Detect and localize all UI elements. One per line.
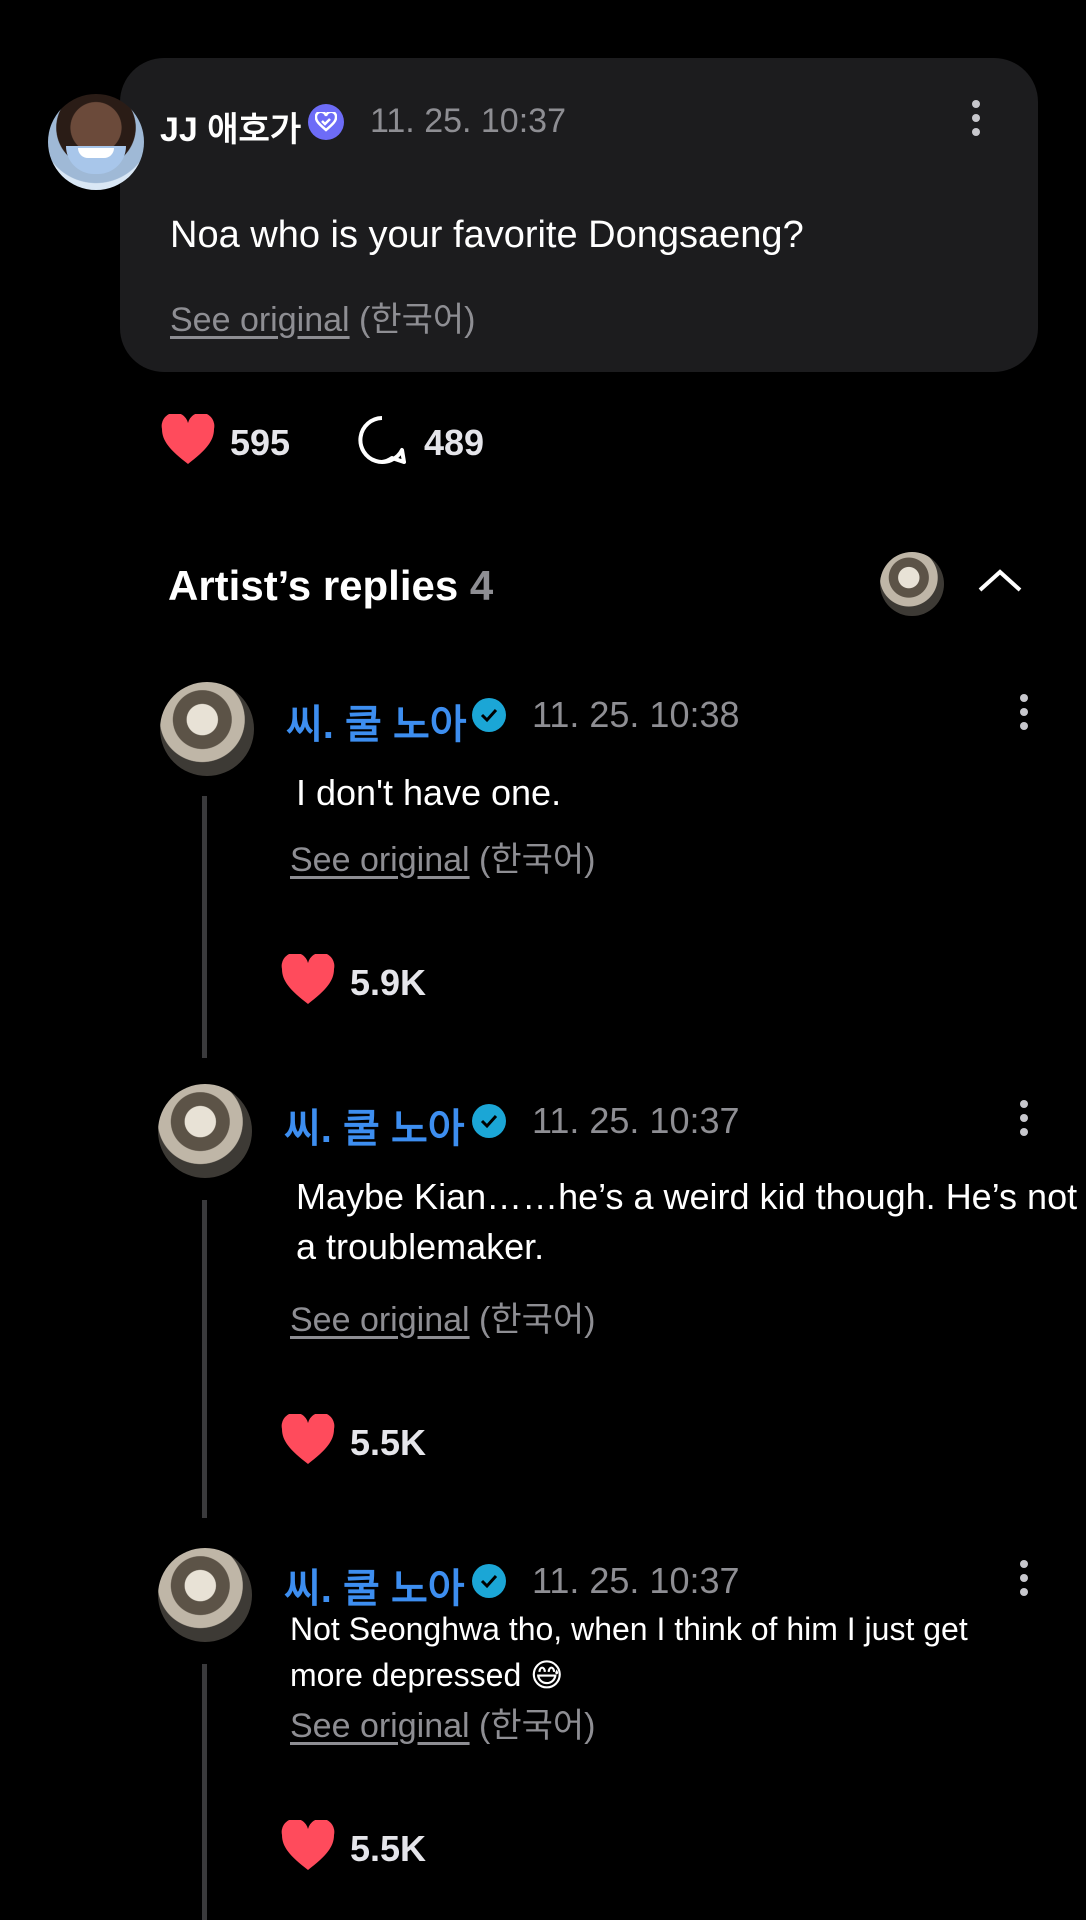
see-original-link[interactable]: See original [290, 841, 470, 879]
post-like-count: 595 [230, 422, 291, 463]
see-original-link[interactable]: See original [290, 1707, 470, 1745]
reply-like-button[interactable] [280, 1818, 336, 1877]
verified-check-icon [472, 1564, 506, 1598]
heart-icon [281, 1412, 335, 1464]
post-like-button[interactable] [160, 412, 216, 471]
reply-text: I don't have one. [296, 772, 562, 813]
reply-like-button[interactable] [280, 952, 336, 1011]
reply-text-line: more depressed 😅 [290, 1657, 564, 1693]
verified-check-icon [472, 698, 506, 732]
heart-icon [281, 952, 335, 1004]
language-label: (한국어) [479, 1301, 596, 1339]
reply-more-icon[interactable] [1020, 694, 1028, 736]
reply-see-original[interactable]: See original (한국어) [290, 1292, 596, 1341]
post-more-icon[interactable] [972, 100, 980, 142]
comment-bubble-icon [358, 416, 406, 464]
reply-like-count: 5.5K [350, 1422, 427, 1463]
language-label: (한국어) [479, 1707, 596, 1745]
reply-timestamp: 11. 25. 10:38 [532, 694, 740, 735]
fan-verified-icon [308, 104, 344, 140]
artist-avatar-small [880, 552, 944, 616]
post-author-avatar[interactable] [48, 94, 144, 190]
see-original-link[interactable]: See original [290, 1301, 470, 1339]
post-comment-button[interactable] [356, 414, 408, 471]
collapse-chevron-up-icon[interactable] [976, 566, 1024, 599]
reply-like-count: 5.5K [350, 1828, 427, 1869]
post-comment-count: 489 [424, 422, 485, 463]
heart-icon [281, 1818, 335, 1870]
reply-more-icon[interactable] [1020, 1100, 1028, 1142]
reply-see-original[interactable]: See original (한국어) [290, 1698, 596, 1747]
see-original-link[interactable]: See original [170, 301, 350, 339]
thread-line [202, 1200, 207, 1518]
reply-author-name[interactable]: 씨. 쿨 노아 [284, 1096, 465, 1154]
reply-text-line: Not Seonghwa tho, when I think of him I … [290, 1611, 968, 1647]
language-label: (한국어) [479, 841, 596, 879]
reply-text-line: a troublemaker. [296, 1226, 545, 1267]
reply-author-name[interactable]: 씨. 쿨 노아 [286, 692, 467, 750]
reply-like-count: 5.9K [350, 962, 427, 1003]
reply-more-icon[interactable] [1020, 1560, 1028, 1602]
reply-like-button[interactable] [280, 1412, 336, 1471]
thread-line [202, 796, 207, 1058]
post-see-original[interactable]: See original (한국어) [170, 292, 476, 341]
artist-replies-header: Artist’s replies 4 [168, 562, 493, 610]
heart-icon [161, 412, 215, 464]
reply-author-avatar[interactable] [158, 1084, 252, 1178]
post-author-name[interactable]: JJ 애호가 [160, 102, 301, 151]
reply-text-line: Maybe Kian……he’s a weird kid though. He’… [296, 1176, 1078, 1217]
post-timestamp: 11. 25. 10:37 [370, 102, 566, 140]
post-text: Noa who is your favorite Dongsaeng? [170, 214, 804, 256]
reply-timestamp: 11. 25. 10:37 [532, 1560, 740, 1601]
verified-check-icon [472, 1104, 506, 1138]
thread-line [202, 1664, 207, 1920]
artist-replies-count: 4 [469, 562, 494, 609]
artist-replies-title: Artist’s replies [168, 562, 459, 609]
language-label: (한국어) [359, 301, 476, 339]
reply-timestamp: 11. 25. 10:37 [532, 1100, 740, 1141]
reply-author-avatar[interactable] [158, 1548, 252, 1642]
reply-author-avatar[interactable] [160, 682, 254, 776]
reply-see-original[interactable]: See original (한국어) [290, 832, 596, 881]
